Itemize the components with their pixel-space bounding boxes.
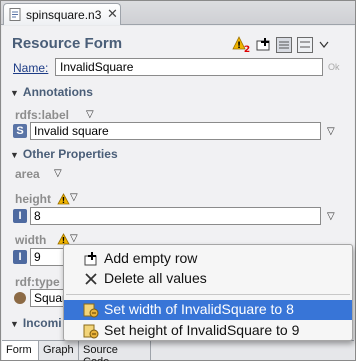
chevron-down-icon[interactable] [319, 38, 329, 52]
n3-file-icon [9, 8, 21, 21]
rdfs-label-property: rdfs:label [15, 108, 70, 122]
editor-tab-label: spinsquare.n3 [26, 8, 102, 22]
ok-button[interactable]: Ok [328, 62, 340, 72]
tab-graph[interactable]: Graph [39, 341, 79, 360]
collapse-triangle-icon: ▼ [10, 88, 19, 98]
editor-tab-strip: spinsquare.n3 ✕ [1, 1, 355, 25]
menu-item-label: Delete all values [104, 270, 207, 286]
fix-icon [83, 303, 99, 318]
menu-item-delete-all-values[interactable]: Delete all values [64, 269, 352, 289]
add-widget-icon[interactable] [256, 38, 272, 55]
menu-item-label: Set height of InvalidSquare to 9 [104, 322, 300, 338]
rdf-type-property: rdf:type [15, 275, 60, 289]
chevron-down-icon[interactable]: ▽ [327, 126, 335, 137]
chevron-down-icon[interactable]: ▽ [70, 192, 78, 203]
fix-icon [83, 324, 99, 339]
chevron-down-icon[interactable]: ▽ [54, 168, 62, 179]
tab-form[interactable]: Form [2, 341, 39, 360]
tab-source-code[interactable]: Source Code [79, 341, 151, 361]
area-property: area [15, 167, 40, 181]
collapse-triangle-icon: ▼ [10, 150, 19, 160]
delete-icon [85, 273, 97, 285]
bottom-tab-bar: Form Graph Source Code [2, 340, 354, 361]
other-properties-section-header[interactable]: ▼ Other Properties [10, 147, 118, 161]
width-property: width [15, 233, 47, 247]
close-icon[interactable]: ✕ [107, 6, 118, 22]
menu-item-label: Set width of InvalidSquare to 8 [104, 301, 294, 317]
height-field[interactable]: 8 [30, 207, 321, 225]
menu-item-set-height[interactable]: Set height of InvalidSquare to 9 [64, 321, 352, 341]
svg-text:2: 2 [244, 45, 250, 53]
menu-separator [66, 294, 350, 295]
svg-text:!: ! [237, 41, 241, 51]
add-row-icon [84, 252, 97, 266]
integer-type-icon: I [13, 250, 27, 264]
annotations-section-label: Annotations [22, 85, 93, 99]
context-menu: Add empty row Delete all values Set widt… [63, 244, 353, 341]
editor-tab-spinsquare[interactable]: spinsquare.n3 ✕ [3, 3, 121, 25]
menu-item-label: Add empty row [104, 250, 198, 266]
warning-count-icon[interactable]: ! 2 [232, 36, 250, 56]
incoming-section-label: Incomi [22, 316, 62, 330]
chevron-down-icon[interactable]: ▽ [86, 109, 94, 120]
rdfs-label-field[interactable]: Invalid square [30, 122, 321, 140]
class-icon [14, 292, 26, 304]
collapse-triangle-icon: ▼ [10, 319, 19, 329]
layout-toggle-icon[interactable] [297, 37, 313, 56]
warning-icon[interactable]: ! [57, 193, 70, 208]
name-input[interactable]: InvalidSquare [55, 58, 323, 76]
chevron-down-icon[interactable]: ▽ [70, 233, 78, 244]
layout-toggle-icon[interactable] [276, 37, 292, 56]
height-property: height [15, 192, 51, 206]
name-label[interactable]: Name: [13, 61, 48, 75]
menu-item-set-width[interactable]: Set width of InvalidSquare to 8 [64, 300, 352, 320]
integer-type-icon: I [13, 209, 27, 223]
form-title: Resource Form [12, 35, 123, 52]
incoming-section-header[interactable]: ▼ Incomi [10, 316, 62, 330]
chevron-down-icon[interactable]: ▽ [327, 211, 335, 222]
annotations-section-header[interactable]: ▼ Annotations [10, 85, 93, 99]
svg-text:!: ! [62, 196, 66, 205]
other-properties-section-label: Other Properties [22, 147, 118, 161]
menu-item-add-empty-row[interactable]: Add empty row [64, 249, 352, 269]
string-type-icon: S [13, 124, 27, 138]
